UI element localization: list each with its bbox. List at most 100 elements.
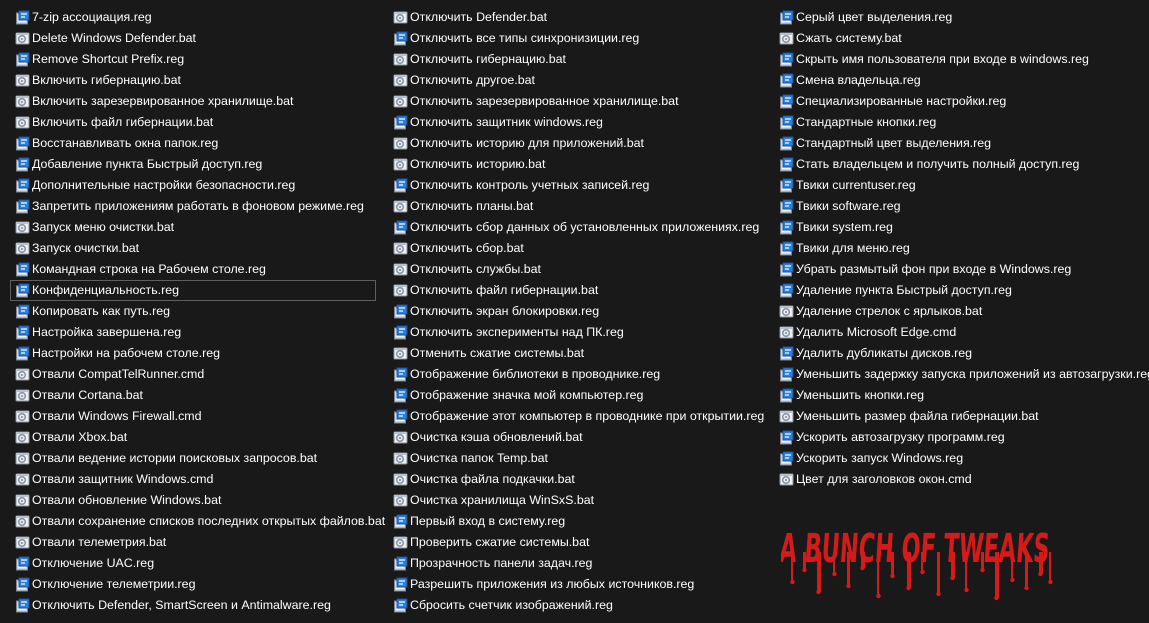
file-item[interactable]: Настройка завершена.reg	[10, 322, 376, 343]
file-name: Разрешить приложения из любых источников…	[410, 577, 695, 591]
file-item[interactable]: Отключить Defender, SmartScreen и Antima…	[10, 595, 376, 616]
file-item[interactable]: Remove Shortcut Prefix.reg	[10, 49, 376, 70]
file-item[interactable]: Очистка папок Temp.bat	[388, 448, 774, 469]
file-item[interactable]: Восстанавливать окна папок.reg	[10, 133, 376, 154]
file-item[interactable]: Отключить защитник windows.reg	[388, 112, 774, 133]
file-item[interactable]: Уменьшить размер файла гибернации.bat	[774, 406, 1146, 427]
registry-file-icon	[393, 388, 408, 403]
file-item[interactable]: Отключить службы.bat	[388, 259, 774, 280]
file-item[interactable]: Отображение значка мой компьютер.reg	[388, 385, 774, 406]
file-item[interactable]: Отключить историю.bat	[388, 154, 774, 175]
file-item[interactable]: Delete Windows Defender.bat	[10, 28, 376, 49]
registry-file-icon	[779, 136, 794, 151]
file-item[interactable]: Отключить Defender.bat	[388, 7, 774, 28]
file-item[interactable]: Копировать как путь.reg	[10, 301, 376, 322]
file-item[interactable]: Дополнительные настройки безопасности.re…	[10, 175, 376, 196]
file-item[interactable]: Ускорить автозагрузку программ.reg	[774, 427, 1146, 448]
file-item[interactable]: Отключить историю для приложений.bat	[388, 133, 774, 154]
file-item[interactable]: Прозрачность панели задач.reg	[388, 553, 774, 574]
file-item[interactable]: Запуск очистки.bat	[10, 238, 376, 259]
file-item[interactable]: Стандартные кнопки.reg	[774, 112, 1146, 133]
file-item[interactable]: Отключить эксперименты над ПК.reg	[388, 322, 774, 343]
file-item[interactable]: Сжать систему.bat	[774, 28, 1146, 49]
file-item[interactable]: Отображение этот компьютер в проводнике …	[388, 406, 774, 427]
file-item[interactable]: Отвали сохранение списков последних откр…	[10, 511, 385, 532]
file-item[interactable]: Уменьшить кнопки.reg	[774, 385, 1146, 406]
file-item[interactable]: Отключить другое.bat	[388, 70, 774, 91]
file-item[interactable]: Отвали Cortana.bat	[10, 385, 376, 406]
file-item[interactable]: Отключить гибернацию.bat	[388, 49, 774, 70]
file-item[interactable]: Отменить сжатие системы.bat	[388, 343, 774, 364]
registry-file-icon	[15, 10, 30, 25]
registry-file-icon	[779, 430, 794, 445]
registry-file-icon	[779, 388, 794, 403]
file-item[interactable]: Отключить файл гибернации.bat	[388, 280, 774, 301]
file-item[interactable]: Отключить сбор.bat	[388, 238, 774, 259]
file-item[interactable]: Удалить дубликаты дисков.reg	[774, 343, 1146, 364]
file-item[interactable]: Включить гибернацию.bat	[10, 70, 376, 91]
file-item[interactable]: Серый цвет выделения.reg	[774, 7, 1146, 28]
file-item[interactable]: Отвали Xbox.bat	[10, 427, 376, 448]
file-item[interactable]: Отключить зарезервированное хранилище.ba…	[388, 91, 774, 112]
file-item[interactable]: Ускорить запуск Windows.reg	[774, 448, 1146, 469]
batch-file-icon	[393, 262, 408, 277]
file-item[interactable]: Стандартный цвет выделения.reg	[774, 133, 1146, 154]
file-item[interactable]: 7-zip ассоциация.reg	[10, 7, 376, 28]
file-item[interactable]: Удалить Microsoft Edge.cmd	[774, 322, 1146, 343]
file-item[interactable]: Включить зарезервированное хранилище.bat	[10, 91, 376, 112]
batch-file-icon	[15, 409, 30, 424]
file-name: Отключить сбор.bat	[410, 241, 524, 255]
file-item[interactable]: Отключить планы.bat	[388, 196, 774, 217]
file-item[interactable]: Отображение библиотеки в проводнике.reg	[388, 364, 774, 385]
file-item[interactable]: Твики для меню.reg	[774, 238, 1146, 259]
file-name: Командная строка на Рабочем столе.reg	[32, 262, 266, 276]
file-item[interactable]: Смена владельца.reg	[774, 70, 1146, 91]
file-item[interactable]: Удаление стрелок с ярлыков.bat	[774, 301, 1146, 322]
file-item[interactable]: Конфиденциальность.reg	[10, 280, 376, 301]
file-item[interactable]: Скрыть имя пользователя при входе в wind…	[774, 49, 1146, 70]
file-item[interactable]: Очистка хранилища WinSxS.bat	[388, 490, 774, 511]
file-item[interactable]: Отвали обновление Windows.bat	[10, 490, 376, 511]
file-item[interactable]: Командная строка на Рабочем столе.reg	[10, 259, 376, 280]
file-item[interactable]: Стать владельцем и получить полный досту…	[774, 154, 1146, 175]
file-name: Отображение значка мой компьютер.reg	[410, 388, 644, 402]
batch-file-icon	[779, 472, 794, 487]
file-item[interactable]: Твики currentuser.reg	[774, 175, 1146, 196]
file-item[interactable]: Добавление пункта Быстрый доступ.reg	[10, 154, 376, 175]
file-name: Remove Shortcut Prefix.reg	[32, 52, 185, 66]
file-item[interactable]: Специализированные настройки.reg	[774, 91, 1146, 112]
batch-file-icon	[393, 136, 408, 151]
file-item[interactable]: Сбросить счетчик изображений.reg	[388, 595, 774, 616]
file-item[interactable]: Уменьшить задержку запуска приложений из…	[774, 364, 1149, 385]
file-item[interactable]: Убрать размытый фон при входе в Windows.…	[774, 259, 1146, 280]
file-item[interactable]: Очистка файла подкачки.bat	[388, 469, 774, 490]
file-item[interactable]: Запуск меню очистки.bat	[10, 217, 376, 238]
file-item[interactable]: Твики software.reg	[774, 196, 1146, 217]
file-item[interactable]: Отвали CompatTelRunner.cmd	[10, 364, 376, 385]
file-item[interactable]: Отвали защитник Windows.cmd	[10, 469, 376, 490]
file-item[interactable]: Отвали Windows Firewall.cmd	[10, 406, 376, 427]
registry-file-icon	[393, 178, 408, 193]
file-item[interactable]: Проверить сжатие системы.bat	[388, 532, 774, 553]
file-item[interactable]: Цвет для заголовков окон.cmd	[774, 469, 1146, 490]
file-item[interactable]: Разрешить приложения из любых источников…	[388, 574, 774, 595]
file-item[interactable]: Отключить экран блокировки.reg	[388, 301, 774, 322]
file-name: Цвет для заголовков окон.cmd	[796, 472, 972, 486]
file-item[interactable]: Запретить приложениям работать в фоновом…	[10, 196, 376, 217]
file-item[interactable]: Включить файл гибернации.bat	[10, 112, 376, 133]
file-item[interactable]: Отключение телеметрии.reg	[10, 574, 376, 595]
file-item[interactable]: Настройки на рабочем столе.reg	[10, 343, 376, 364]
file-item[interactable]: Отвали телеметрия.bat	[10, 532, 376, 553]
registry-file-icon	[779, 115, 794, 130]
file-item[interactable]: Отключить контроль учетных записей.reg	[388, 175, 774, 196]
file-item[interactable]: Отключить все типы синхронизиции.reg	[388, 28, 774, 49]
file-name: Отключить зарезервированное хранилище.ba…	[410, 94, 679, 108]
file-item[interactable]: Отключение UAC.reg	[10, 553, 376, 574]
file-item[interactable]: Очистка кэша обновлений.bat	[388, 427, 774, 448]
file-item[interactable]: Отключить сбор данных об установленных п…	[388, 217, 774, 238]
file-item[interactable]: Отвали ведение истории поисковых запросо…	[10, 448, 376, 469]
file-item[interactable]: Первый вход в систему.reg	[388, 511, 774, 532]
file-item[interactable]: Удаление пункта Быстрый доступ.reg	[774, 280, 1146, 301]
registry-file-icon	[779, 52, 794, 67]
file-item[interactable]: Твики system.reg	[774, 217, 1146, 238]
